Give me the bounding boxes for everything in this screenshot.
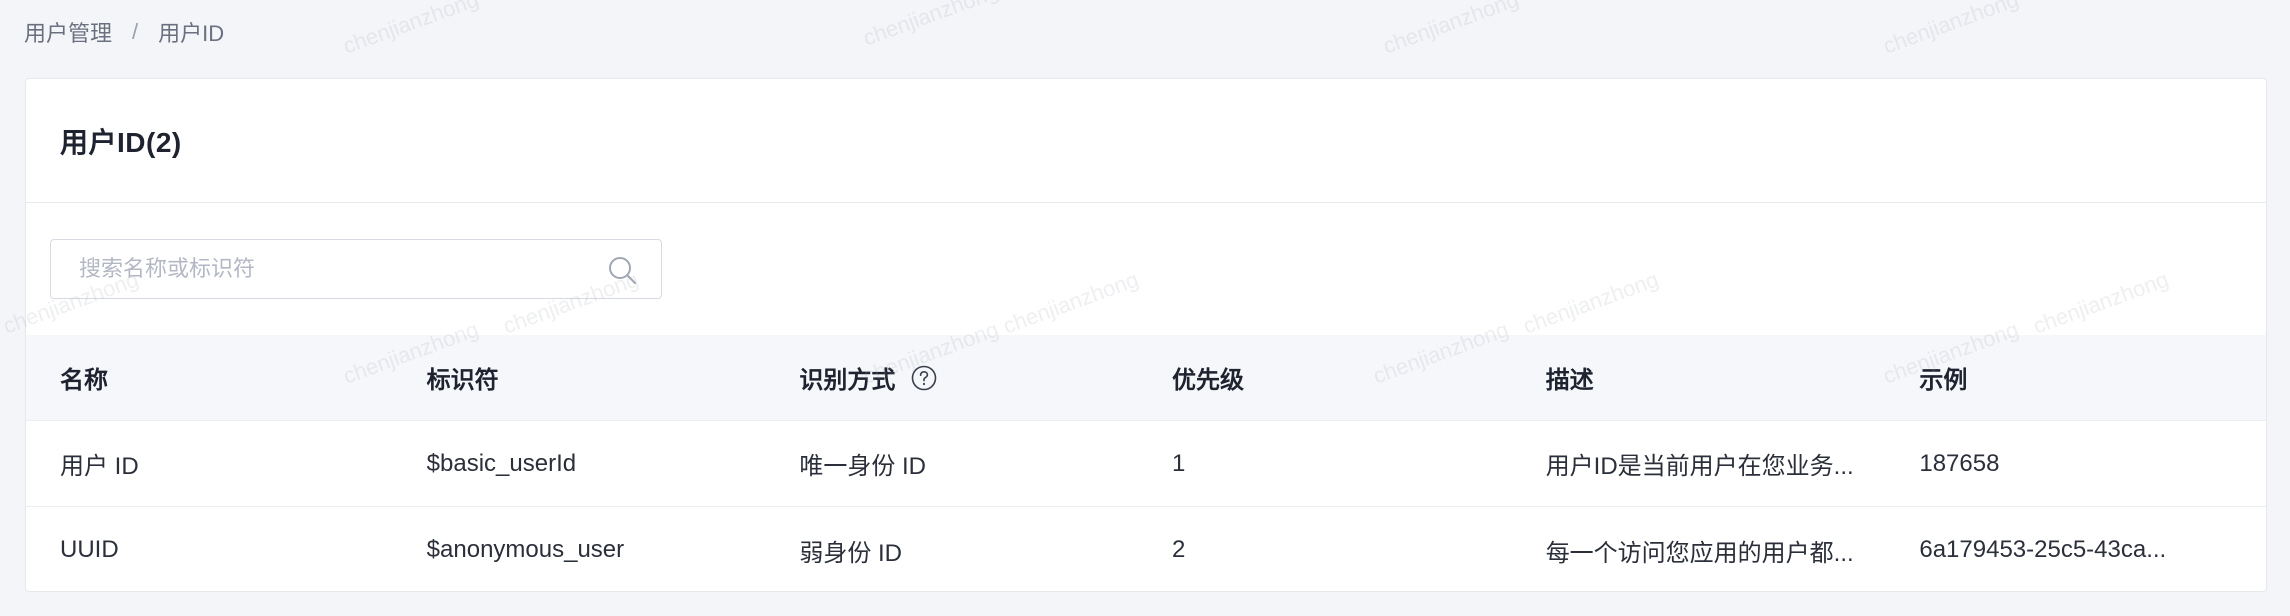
- cell-description-text: 每一个访问您应用的用户都...: [1545, 539, 1854, 567]
- watermark: chenjianzhong: [859, 0, 1002, 51]
- column-header-identifier: 标识符: [426, 367, 499, 394]
- column-header-method: 识别方式: [765, 360, 1138, 395]
- cell-example-text: 187658: [1919, 449, 2000, 477]
- search-box: [50, 239, 662, 299]
- cell-priority: 1: [1172, 449, 1186, 477]
- column-header-method-label: 识别方式: [799, 367, 896, 394]
- page-title: 用户ID(2): [60, 126, 182, 158]
- help-circle-icon[interactable]: [911, 365, 937, 391]
- cell-description-text: 用户ID是当前用户在您业务...: [1545, 453, 1854, 480]
- user-id-card: 用户ID(2) 名称 标识符 识别方式: [25, 78, 2267, 592]
- column-header-description: 描述: [1545, 367, 1594, 394]
- table-header-row: 名称 标识符 识别方式 优先级 描述 示例: [26, 335, 2266, 421]
- toolbar: [26, 203, 2266, 335]
- cell-priority: 2: [1172, 536, 1186, 563]
- table-row[interactable]: 用户 ID $basic_userId 唯一身份 ID 1 用户ID是当前用户在…: [26, 421, 2266, 507]
- watermark: chenjianzhong: [339, 0, 482, 59]
- table-row[interactable]: UUID $anonymous_user 弱身份 ID 2 每一个访问您应用的用…: [26, 507, 2266, 591]
- cell-identifier: $anonymous_user: [426, 536, 625, 563]
- page: 用户管理 / 用户ID 用户ID(2) 名称 标识符 识别方式: [0, 0, 2290, 616]
- cell-identifier: $basic_userId: [426, 449, 577, 477]
- cell-name: UUID: [60, 536, 119, 563]
- watermark: chenjianzhong: [1379, 0, 1522, 59]
- column-header-name: 名称: [60, 367, 108, 394]
- search-icon[interactable]: [607, 255, 637, 285]
- card-header: 用户ID(2): [26, 79, 2266, 203]
- column-header-priority: 优先级: [1172, 367, 1245, 394]
- column-header-example: 示例: [1919, 367, 1968, 394]
- breadcrumb-current: 用户ID: [158, 21, 225, 46]
- breadcrumb-user-management[interactable]: 用户管理: [24, 16, 112, 48]
- breadcrumb: 用户管理 / 用户ID: [24, 16, 224, 48]
- watermark: chenjianzhong: [1879, 0, 2022, 59]
- cell-name: 用户 ID: [60, 453, 139, 480]
- cell-example: 6a179453-25c5-43ca...: [1885, 536, 2266, 564]
- user-id-table: 名称 标识符 识别方式 优先级 描述 示例 用户 ID $basic_userI…: [26, 335, 2266, 591]
- cell-method: 唯一身份 ID: [799, 453, 927, 480]
- cell-example-text: 6a179453-25c5-43ca...: [1919, 536, 2167, 563]
- search-input[interactable]: [51, 240, 661, 298]
- breadcrumb-separator: /: [132, 19, 139, 44]
- cell-description: 用户ID是当前用户在您业务...: [1512, 446, 1886, 481]
- cell-description: 每一个访问您应用的用户都...: [1512, 533, 1886, 568]
- cell-example: 187658: [1885, 450, 2266, 478]
- cell-method: 弱身份 ID: [799, 539, 903, 567]
